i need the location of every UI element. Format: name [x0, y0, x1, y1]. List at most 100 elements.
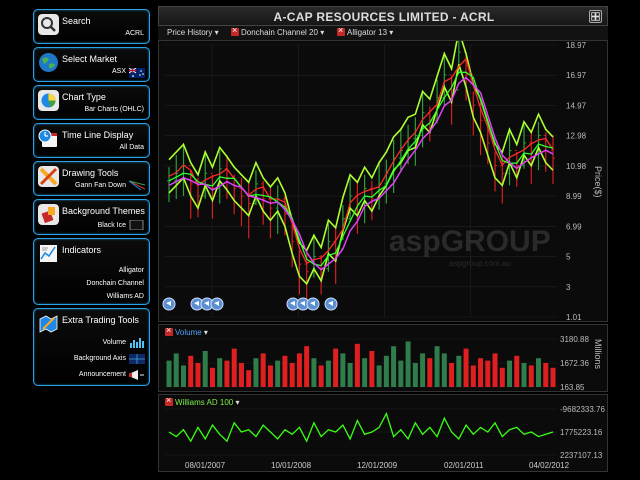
- watermark-url: aspgroup.com.au: [449, 259, 511, 268]
- price-history-dropdown[interactable]: Price History ▾: [167, 28, 219, 37]
- sidebar: Search ACRL Select Market ASX Chart Type…: [0, 0, 158, 480]
- volume-chart[interactable]: 3180.88 1672.36 163.85: [159, 325, 607, 392]
- volume-bar: [391, 346, 397, 387]
- remove-icon[interactable]: [165, 325, 173, 336]
- price-tick-label: 10.98: [566, 162, 587, 171]
- date-tick-label: 10/01/2008: [271, 461, 312, 470]
- indicator-toolbar: Price History ▾ Donchain Channel 20 ▾ Al…: [158, 25, 608, 40]
- volume-bar: [362, 358, 368, 387]
- volume-bar: [456, 355, 462, 387]
- volume-bar: [289, 363, 295, 387]
- williams-tick-label: 2237107.13: [560, 451, 603, 460]
- williams-pane[interactable]: Williams AD 100 ▾ -9682333.76 1775223.16 2…: [158, 394, 608, 472]
- volume-bar: [507, 360, 513, 387]
- volume-bar: [224, 360, 230, 387]
- volume-bar: [550, 367, 556, 387]
- price-axis-label: Price($): [593, 166, 603, 198]
- indicator-alligator[interactable]: Alligator: [119, 267, 144, 274]
- donchain-channel-label: Donchain Channel 20: [241, 28, 318, 37]
- donchain-channel-tag[interactable]: Donchain Channel 20 ▾: [231, 25, 325, 37]
- chart-type-panel[interactable]: Chart Type Bar Charts (OHLC): [33, 85, 150, 120]
- chevron-down-icon: ▾: [214, 28, 219, 37]
- price-tick-label: 16.97: [566, 71, 587, 80]
- chevron-down-icon: ▾: [235, 398, 240, 407]
- remove-icon[interactable]: [231, 25, 239, 36]
- tool-background-axis[interactable]: Background Axis: [74, 355, 126, 362]
- volume-bar: [499, 367, 505, 387]
- search-value: ACRL: [125, 30, 144, 37]
- volume-bar: [188, 355, 194, 387]
- market-value: ASX: [111, 68, 126, 75]
- volume-bar: [231, 348, 237, 387]
- tool-volume[interactable]: Volume: [103, 339, 126, 346]
- remove-icon[interactable]: [337, 25, 345, 36]
- search-icon: [38, 14, 59, 35]
- volume-bar: [485, 360, 491, 387]
- time-line-panel[interactable]: Time Line Display All Data: [33, 123, 150, 158]
- volume-bar: [528, 365, 534, 387]
- price-tick-label: 8.99: [566, 192, 582, 201]
- time-line-title: Time Line Display: [62, 130, 134, 140]
- volume-bar: [340, 353, 346, 387]
- price-tick-label: 18.97: [566, 41, 587, 50]
- volume-bar: [325, 360, 331, 387]
- date-tick-label: 02/01/2011: [444, 461, 484, 470]
- chevron-down-icon: ▾: [320, 28, 325, 37]
- gann-fan-icon: [129, 180, 145, 190]
- tool-announcement[interactable]: Announcement: [79, 371, 126, 378]
- volume-tick-label: 163.85: [560, 383, 585, 391]
- volume-bar: [449, 363, 455, 387]
- volume-bar: [427, 358, 433, 387]
- williams-ad-line: [168, 411, 554, 443]
- volume-pane[interactable]: Volume ▾ 3180.88 1672.36 163.85 Millions: [158, 324, 608, 392]
- volume-bar: [282, 355, 288, 387]
- williams-tick-label: 1775223.16: [560, 428, 603, 437]
- volume-tag[interactable]: Volume ▾: [165, 325, 208, 337]
- volume-axis-label: Millions: [593, 339, 603, 370]
- indicators-chart-icon: [40, 245, 57, 262]
- calendar-clock-icon: [38, 129, 57, 147]
- volume-bar: [434, 346, 440, 387]
- indicator-donchain-channel[interactable]: Donchain Channel: [86, 280, 144, 287]
- price-tick-label: 6.99: [566, 222, 582, 231]
- indicator-williams-ad[interactable]: Williams AD: [107, 293, 144, 300]
- drawing-tools-panel[interactable]: Drawing Tools Gann Fan Down: [33, 161, 150, 196]
- background-themes-title: Background Themes: [62, 206, 145, 216]
- chart-title-bar: A-CAP RESOURCES LIMITED - ACRL: [158, 6, 608, 26]
- search-panel[interactable]: Search ACRL: [33, 9, 150, 44]
- volume-bar: [253, 358, 259, 387]
- volume-bar: [347, 363, 353, 387]
- volume-bar: [383, 355, 389, 387]
- volume-bar: [318, 365, 324, 387]
- indicators-title: Indicators: [62, 245, 102, 255]
- remove-icon[interactable]: [165, 395, 173, 406]
- date-tick-label: 08/01/2007: [185, 461, 226, 470]
- volume-bar: [267, 365, 273, 387]
- chevron-down-icon: ▾: [203, 328, 208, 337]
- select-market-panel[interactable]: Select Market ASX: [33, 47, 150, 82]
- search-title: Search: [62, 16, 91, 26]
- pie-chart-icon: [38, 90, 59, 111]
- price-chart[interactable]: 18.97 16.97 14.97 12.98 10.98 8.99 6.99 5 3 1.01 a…: [159, 30, 607, 322]
- price-tick-label: 5: [566, 253, 571, 262]
- time-line-value: All Data: [119, 144, 144, 151]
- background-themes-panel[interactable]: Background Themes Black Ice: [33, 199, 150, 235]
- alligator-tag[interactable]: Alligator 13 ▾: [337, 25, 393, 37]
- volume-bar: [521, 363, 527, 387]
- australia-flag-icon: [129, 68, 145, 78]
- extra-trading-tools-panel[interactable]: Extra Trading Tools Volume Background Ax…: [33, 308, 150, 386]
- volume-bar: [217, 358, 223, 387]
- megaphone-icon: [129, 370, 144, 380]
- price-pane[interactable]: 18.97 16.97 14.97 12.98 10.98 8.99 6.99 5 3 1.01 a…: [158, 30, 608, 322]
- indicators-panel[interactable]: Indicators Alligator Donchain Channel Wi…: [33, 238, 150, 305]
- volume-bar: [405, 341, 411, 387]
- map-tools-icon: [39, 315, 58, 333]
- expand-icon[interactable]: [589, 10, 602, 23]
- chart-area: A-CAP RESOURCES LIMITED - ACRL Price His…: [158, 6, 608, 472]
- williams-tag[interactable]: Williams AD 100 ▾: [165, 395, 240, 407]
- volume-tick-label: 3180.88: [560, 335, 589, 344]
- price-tick-label: 1.01: [566, 313, 582, 321]
- volume-bar: [398, 360, 404, 387]
- williams-tick-label: -9682333.76: [560, 405, 605, 414]
- date-tick-label: 12/01/2009: [357, 461, 398, 470]
